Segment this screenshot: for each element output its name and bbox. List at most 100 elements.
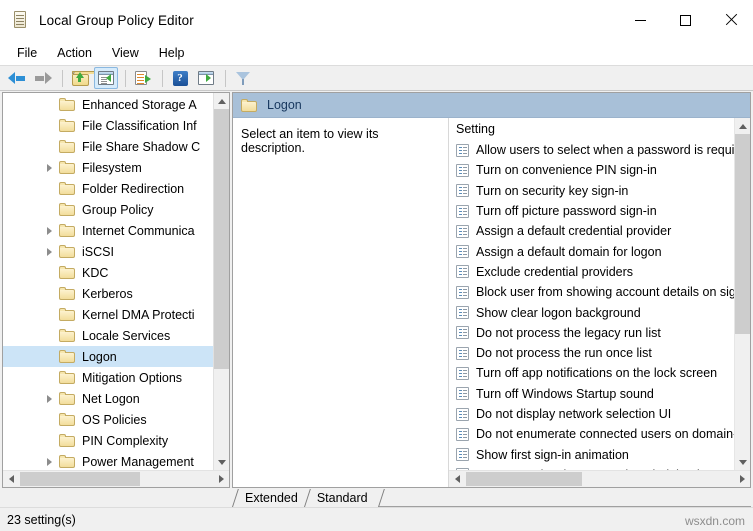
setting-row[interactable]: Turn on convenience PIN sign-in — [449, 160, 734, 180]
setting-row[interactable]: Do not enumerate connected users on doma… — [449, 424, 734, 444]
setting-row[interactable]: Turn off picture password sign-in — [449, 201, 734, 221]
policy-setting-icon — [456, 143, 469, 157]
setting-row-label: Assign a default credential provider — [476, 224, 672, 239]
maximize-button[interactable] — [663, 0, 708, 40]
chevron-right-icon[interactable] — [47, 394, 52, 403]
settings-scroll-up-button[interactable] — [735, 118, 750, 134]
tree-item[interactable]: Kernel DMA Protecti — [3, 304, 215, 325]
folder-icon — [59, 434, 75, 447]
tree-item[interactable]: Internet Communica — [3, 220, 215, 241]
show-hide-action-pane-button[interactable] — [194, 67, 218, 89]
setting-row[interactable]: Allow users to select when a password is… — [449, 140, 734, 160]
tab-standard[interactable]: Standard — [303, 489, 379, 507]
setting-row-label: Do not process the run once list — [476, 346, 652, 361]
folder-icon — [59, 182, 75, 195]
tree-item[interactable]: KDC — [3, 262, 215, 283]
tree-list: Enhanced Storage A File Classification In… — [3, 93, 215, 470]
settings-hscroll-thumb[interactable] — [466, 472, 582, 486]
description-pane: Select an item to view its description. — [233, 118, 449, 487]
tree-item[interactable]: Group Policy — [3, 199, 215, 220]
tree-vertical-scrollbar[interactable] — [213, 93, 229, 470]
setting-row[interactable]: Do not process the run once list — [449, 343, 734, 363]
filter-button[interactable] — [231, 67, 255, 89]
folder-icon — [59, 203, 75, 216]
tree-scroll-area: Enhanced Storage A File Classification In… — [3, 93, 229, 470]
tree-item[interactable]: Filesystem — [3, 157, 215, 178]
policy-setting-icon — [456, 184, 469, 198]
setting-row[interactable]: Exclude credential providers — [449, 262, 734, 282]
tree-item[interactable]: File Classification Inf — [3, 115, 215, 136]
tree-scroll-right-button[interactable] — [213, 471, 229, 488]
menu-help[interactable]: Help — [149, 43, 195, 63]
column-header-setting[interactable]: Setting — [449, 118, 734, 140]
tab-extended[interactable]: Extended — [232, 489, 309, 507]
setting-row[interactable]: Turn on security key sign-in — [449, 181, 734, 201]
window-title: Local Group Policy Editor — [39, 12, 194, 28]
tree-scroll-down-button[interactable] — [214, 454, 229, 470]
menu-bar: File Action View Help — [0, 40, 753, 65]
menu-file[interactable]: File — [7, 43, 47, 63]
setting-row[interactable]: Block user from showing account details … — [449, 282, 734, 302]
tree-item-label: Folder Redirection — [82, 181, 185, 196]
export-list-icon — [135, 71, 151, 85]
policy-scroll-icon — [12, 10, 30, 30]
tree-item-label: PIN Complexity — [82, 433, 169, 448]
menu-action[interactable]: Action — [47, 43, 102, 63]
setting-row[interactable]: Do not display network selection UI — [449, 404, 734, 424]
show-hide-console-tree-button[interactable] — [94, 67, 118, 89]
folder-icon — [59, 119, 75, 132]
chevron-right-icon[interactable] — [47, 226, 52, 235]
minimize-button[interactable] — [618, 0, 663, 40]
tree-item[interactable]: Mitigation Options — [3, 367, 215, 388]
policy-setting-icon — [456, 427, 469, 441]
tree-item[interactable]: PIN Complexity — [3, 430, 215, 451]
policy-setting-icon — [456, 326, 469, 340]
back-button[interactable] — [5, 67, 29, 89]
chevron-right-icon[interactable] — [47, 247, 52, 256]
settings-scroll-right-button[interactable] — [734, 471, 750, 488]
setting-row[interactable]: Show clear logon background — [449, 302, 734, 322]
settings-vertical-scrollbar[interactable] — [734, 118, 750, 470]
tree-item[interactable]: Net Logon — [3, 388, 215, 409]
chevron-up-icon — [738, 123, 747, 129]
tree-scroll-thumb[interactable] — [214, 109, 229, 369]
tree-hscroll-thumb[interactable] — [20, 472, 140, 486]
setting-row[interactable]: Turn off Windows Startup sound — [449, 384, 734, 404]
tree-item[interactable]: Kerberos — [3, 283, 215, 304]
settings-scroll-down-button[interactable] — [735, 454, 750, 470]
setting-row-label: Turn off Windows Startup sound — [476, 386, 654, 401]
tree-scroll-up-button[interactable] — [214, 93, 229, 109]
setting-row[interactable]: Show first sign-in animation — [449, 444, 734, 464]
menu-view[interactable]: View — [102, 43, 149, 63]
tree-horizontal-scrollbar[interactable] — [3, 470, 229, 487]
tree-item[interactable]: File Share Shadow C — [3, 136, 215, 157]
policy-setting-icon — [456, 448, 469, 462]
back-arrow-icon — [8, 71, 26, 85]
close-button[interactable] — [708, 0, 753, 40]
tree-item[interactable]: Logon — [3, 346, 215, 367]
export-list-button[interactable] — [131, 67, 155, 89]
chevron-right-icon[interactable] — [47, 163, 52, 172]
settings-scroll-thumb[interactable] — [735, 134, 750, 334]
setting-row[interactable]: Assign a default credential provider — [449, 221, 734, 241]
tree-scroll-left-button[interactable] — [3, 471, 19, 488]
tree-item[interactable]: Enhanced Storage A — [3, 94, 215, 115]
setting-row[interactable]: Assign a default domain for logon — [449, 241, 734, 261]
tree-item[interactable]: iSCSI — [3, 241, 215, 262]
tree-item-label: KDC — [82, 265, 109, 280]
folder-icon — [241, 98, 257, 112]
chevron-right-icon[interactable] — [47, 457, 52, 466]
forward-button[interactable] — [31, 67, 55, 89]
up-one-level-button[interactable] — [68, 67, 98, 89]
tree-item[interactable]: Locale Services — [3, 325, 215, 346]
status-bar: 23 setting(s) wsxdn.com — [0, 507, 753, 531]
tree-item[interactable]: Power Management — [3, 451, 215, 470]
settings-scroll-left-button[interactable] — [449, 471, 465, 488]
setting-row[interactable]: Turn off app notifications on the lock s… — [449, 363, 734, 383]
setting-row[interactable]: Do not process the legacy run list — [449, 323, 734, 343]
tree-item[interactable]: OS Policies — [3, 409, 215, 430]
help-button[interactable]: ? — [168, 67, 192, 89]
tree-item[interactable]: Folder Redirection — [3, 178, 215, 199]
settings-horizontal-scrollbar[interactable] — [449, 470, 750, 487]
chevron-left-icon — [8, 475, 14, 483]
